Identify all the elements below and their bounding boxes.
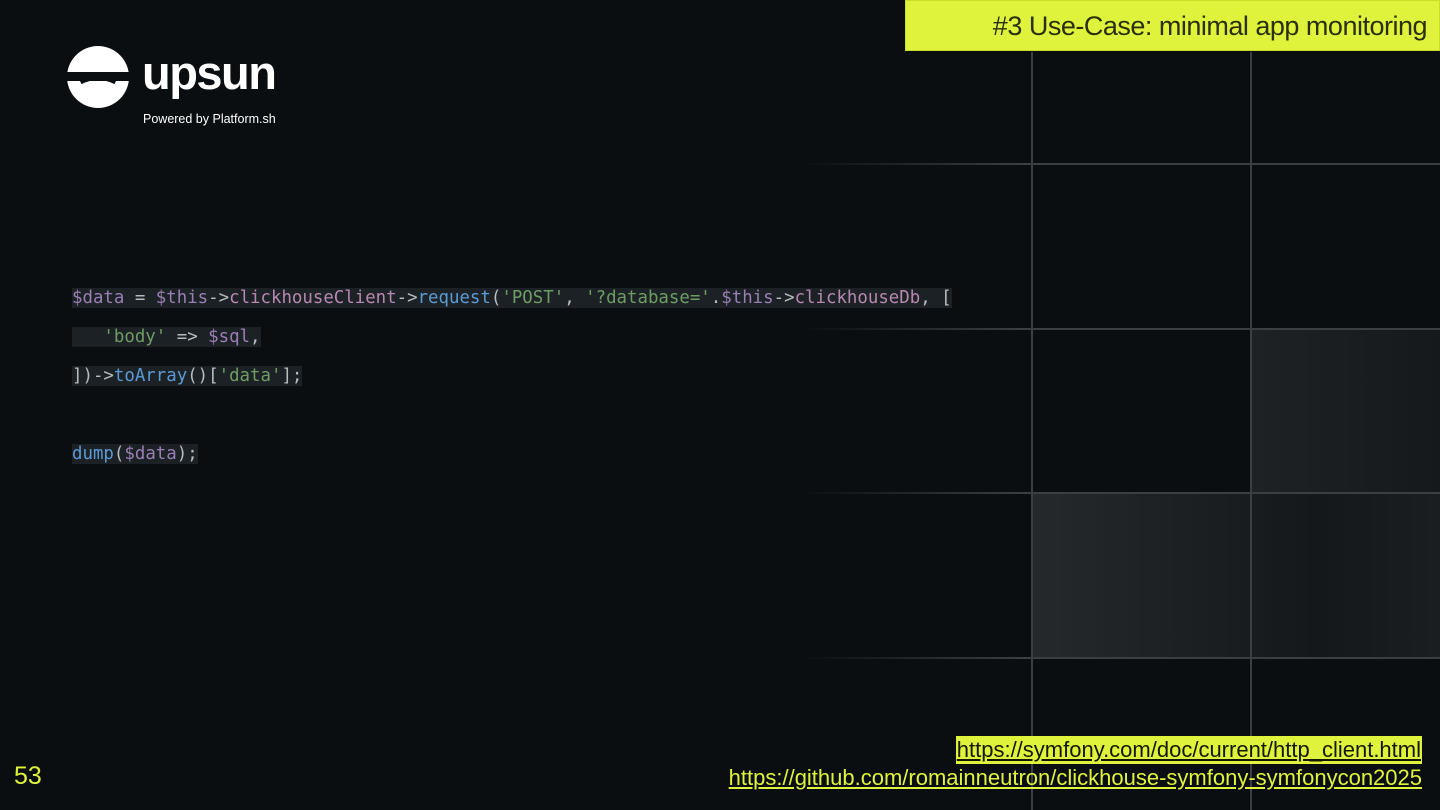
grid-line-horizontal — [800, 328, 1440, 330]
reference-links: https://symfony.com/doc/current/http_cli… — [729, 736, 1422, 792]
grid-cell-highlight — [1252, 330, 1440, 493]
symfony-http-client-link[interactable]: https://symfony.com/doc/current/http_cli… — [955, 736, 1422, 764]
code-line: ])->toArray()['data']; — [72, 366, 303, 386]
slide-title: #3 Use-Case: minimal app monitoring — [905, 0, 1440, 51]
grid-line-horizontal — [800, 657, 1440, 659]
logo-tagline: Powered by Platform.sh — [143, 112, 276, 126]
slide: #3 Use-Case: minimal app monitoring upsu… — [0, 0, 1440, 810]
github-repo-link[interactable]: https://github.com/romainneutron/clickho… — [729, 764, 1422, 792]
upsun-logo-icon — [66, 46, 130, 108]
code-line: 'body' => $sql, — [72, 325, 261, 349]
upsun-logo: upsun Powered by Platform.sh — [66, 45, 306, 135]
grid-line-horizontal — [800, 492, 1440, 494]
logo-wordmark: upsun — [142, 46, 277, 99]
grid-line-horizontal — [800, 163, 1440, 165]
grid-cell-highlight — [1033, 494, 1440, 658]
grid-line-vertical — [1031, 52, 1033, 810]
code-line: $data = $this->clickhouseClient->request… — [72, 288, 952, 308]
page-number: 53 — [14, 762, 42, 790]
grid-line-vertical — [1250, 52, 1252, 810]
code-line: dump($data); — [72, 444, 198, 464]
